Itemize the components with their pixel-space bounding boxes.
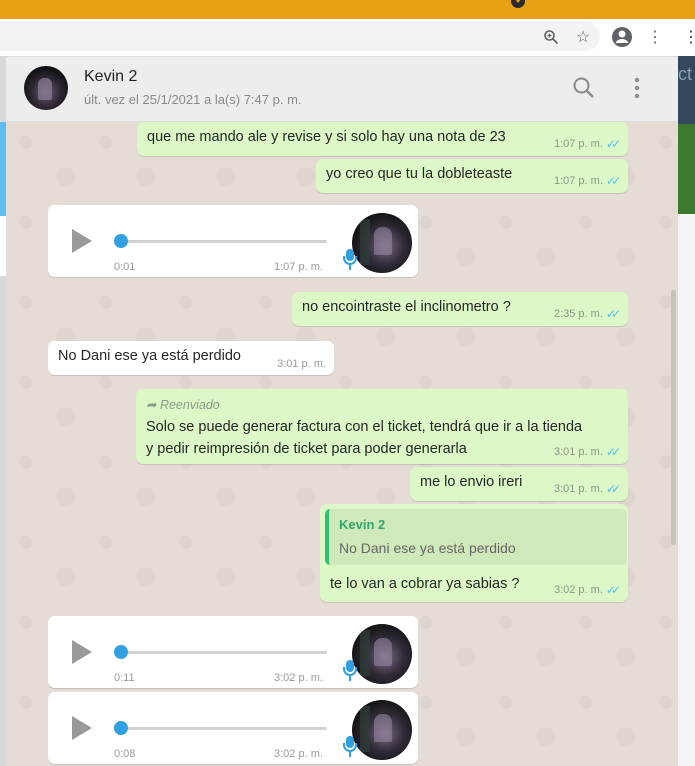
profile-icon[interactable] bbox=[611, 26, 633, 48]
scrollbar[interactable] bbox=[671, 290, 676, 545]
audio-progress-track[interactable] bbox=[121, 727, 327, 730]
chat-header[interactable]: Kevin 2 últ. vez el 25/1/2021 a la(s) 7:… bbox=[6, 57, 678, 122]
message-meta: 3:01 p. m. ✓✓ bbox=[553, 482, 621, 496]
play-icon[interactable] bbox=[72, 229, 92, 253]
message-text: que me mando ale y revise y si solo hay … bbox=[147, 129, 506, 145]
message-outgoing[interactable]: no encointraste el inclinometro ? 2:35 p… bbox=[292, 292, 628, 326]
message-time: 1:07 p. m. bbox=[553, 175, 603, 187]
play-icon[interactable] bbox=[72, 640, 92, 664]
voice-message[interactable]: 0:08 3:02 p. m. bbox=[48, 692, 418, 764]
read-ticks-icon: ✓✓ bbox=[605, 137, 621, 151]
message-time: 3:01 p. m. bbox=[277, 358, 326, 370]
microphone-icon bbox=[343, 660, 357, 681]
message-outgoing[interactable]: que me mando ale y revise y si solo hay … bbox=[137, 122, 628, 156]
browser-toolbar: ☆ ⋮ ⋮ bbox=[0, 19, 695, 57]
audio-progress-track[interactable] bbox=[121, 651, 327, 654]
message-meta: 3:02 p. m. ✓✓ bbox=[553, 583, 621, 597]
sender-avatar bbox=[352, 213, 412, 273]
voice-message[interactable]: 0:01 1:07 p. m. bbox=[48, 205, 418, 277]
audio-duration: 0:08 bbox=[114, 748, 136, 760]
right-background-window: ct bbox=[678, 56, 695, 766]
background-window-text: ct bbox=[678, 64, 693, 84]
sender-avatar bbox=[352, 700, 412, 760]
browser-top-strip bbox=[0, 0, 695, 19]
audio-duration: 0:11 bbox=[114, 672, 135, 684]
contact-last-seen: últ. vez el 25/1/2021 a la(s) 7:47 p. m. bbox=[84, 92, 302, 107]
message-meta: 3:01 p. m. bbox=[277, 358, 326, 370]
message-time: 1:07 p. m. bbox=[553, 138, 603, 150]
background-window-header: ct bbox=[678, 56, 695, 124]
message-meta: 2:35 p. m. ✓✓ bbox=[553, 307, 621, 321]
contact-name[interactable]: Kevin 2 bbox=[84, 68, 137, 86]
chat-menu-icon[interactable] bbox=[624, 75, 650, 101]
quoted-text: No Dani ese ya está perdido bbox=[339, 540, 516, 556]
sender-avatar bbox=[352, 624, 412, 684]
message-time: 2:35 p. m. bbox=[553, 308, 603, 320]
message-text-line2: y pedir reimpresión de ticket para poder… bbox=[146, 441, 467, 457]
message-text: me lo envio ireri bbox=[420, 474, 523, 490]
message-text: te lo van a cobrar ya sabias ? bbox=[330, 576, 520, 592]
audio-progress-knob[interactable] bbox=[114, 234, 128, 248]
side-menu-icon[interactable]: ⋮ bbox=[680, 26, 695, 48]
microphone-icon bbox=[343, 249, 357, 270]
search-icon[interactable] bbox=[571, 75, 597, 101]
message-forwarded[interactable]: ➦ Reenviado Solo se puede generar factur… bbox=[136, 389, 628, 464]
contact-avatar[interactable] bbox=[24, 66, 68, 110]
message-time: 3:01 p. m. bbox=[553, 483, 603, 495]
message-text: no encointraste el inclinometro ? bbox=[302, 299, 511, 315]
bookmark-star-icon[interactable]: ☆ bbox=[572, 26, 594, 48]
microphone-icon bbox=[343, 736, 357, 757]
message-meta: 1:07 p. m. ✓✓ bbox=[553, 174, 621, 188]
message-outgoing[interactable]: me lo envio ireri 3:01 p. m. ✓✓ bbox=[410, 467, 628, 501]
message-text: No Dani ese ya está perdido bbox=[58, 348, 241, 364]
audio-progress-knob[interactable] bbox=[114, 645, 128, 659]
message-time: 3:02 p. m. bbox=[274, 672, 323, 684]
message-reply[interactable]: Kevin 2 No Dani ese ya está perdido te l… bbox=[320, 504, 628, 602]
audio-progress-knob[interactable] bbox=[114, 721, 128, 735]
zoom-icon[interactable] bbox=[540, 26, 562, 48]
forwarded-text: Reenviado bbox=[159, 398, 220, 412]
tab-indicator-icon bbox=[511, 0, 525, 8]
quoted-message[interactable]: Kevin 2 No Dani ese ya está perdido bbox=[325, 509, 627, 565]
message-time: 3:02 p. m. bbox=[553, 584, 603, 596]
forwarded-label: ➦ Reenviado bbox=[146, 398, 220, 412]
background-window-green bbox=[678, 124, 695, 214]
read-ticks-icon: ✓✓ bbox=[605, 307, 621, 321]
message-time: 3:02 p. m. bbox=[274, 748, 323, 760]
read-ticks-icon: ✓✓ bbox=[605, 445, 621, 459]
message-time: 3:01 p. m. bbox=[553, 446, 603, 458]
audio-progress-track[interactable] bbox=[121, 240, 327, 243]
audio-duration: 0:01 bbox=[114, 261, 136, 273]
browser-menu-icon[interactable]: ⋮ bbox=[644, 26, 666, 48]
read-ticks-icon: ✓✓ bbox=[605, 583, 621, 597]
message-meta: 3:01 p. m. ✓✓ bbox=[553, 445, 621, 459]
conversation-panel[interactable]: que me mando ale y revise y si solo hay … bbox=[6, 122, 678, 766]
message-outgoing[interactable]: yo creo que tu la dobleteaste 1:07 p. m.… bbox=[316, 159, 628, 193]
message-text-line1: Solo se puede generar factura con el tic… bbox=[146, 419, 583, 435]
read-ticks-icon: ✓✓ bbox=[605, 482, 621, 496]
message-incoming[interactable]: No Dani ese ya está perdido 3:01 p. m. bbox=[48, 341, 334, 375]
voice-message[interactable]: 0:11 3:02 p. m. bbox=[48, 616, 418, 688]
message-time: 1:07 p. m. bbox=[274, 261, 323, 273]
message-meta: 1:07 p. m. ✓✓ bbox=[553, 137, 621, 151]
play-icon[interactable] bbox=[72, 716, 92, 740]
message-text: yo creo que tu la dobleteaste bbox=[326, 166, 513, 182]
address-bar[interactable] bbox=[0, 22, 600, 51]
quoted-sender: Kevin 2 bbox=[339, 517, 386, 532]
read-ticks-icon: ✓✓ bbox=[605, 174, 621, 188]
